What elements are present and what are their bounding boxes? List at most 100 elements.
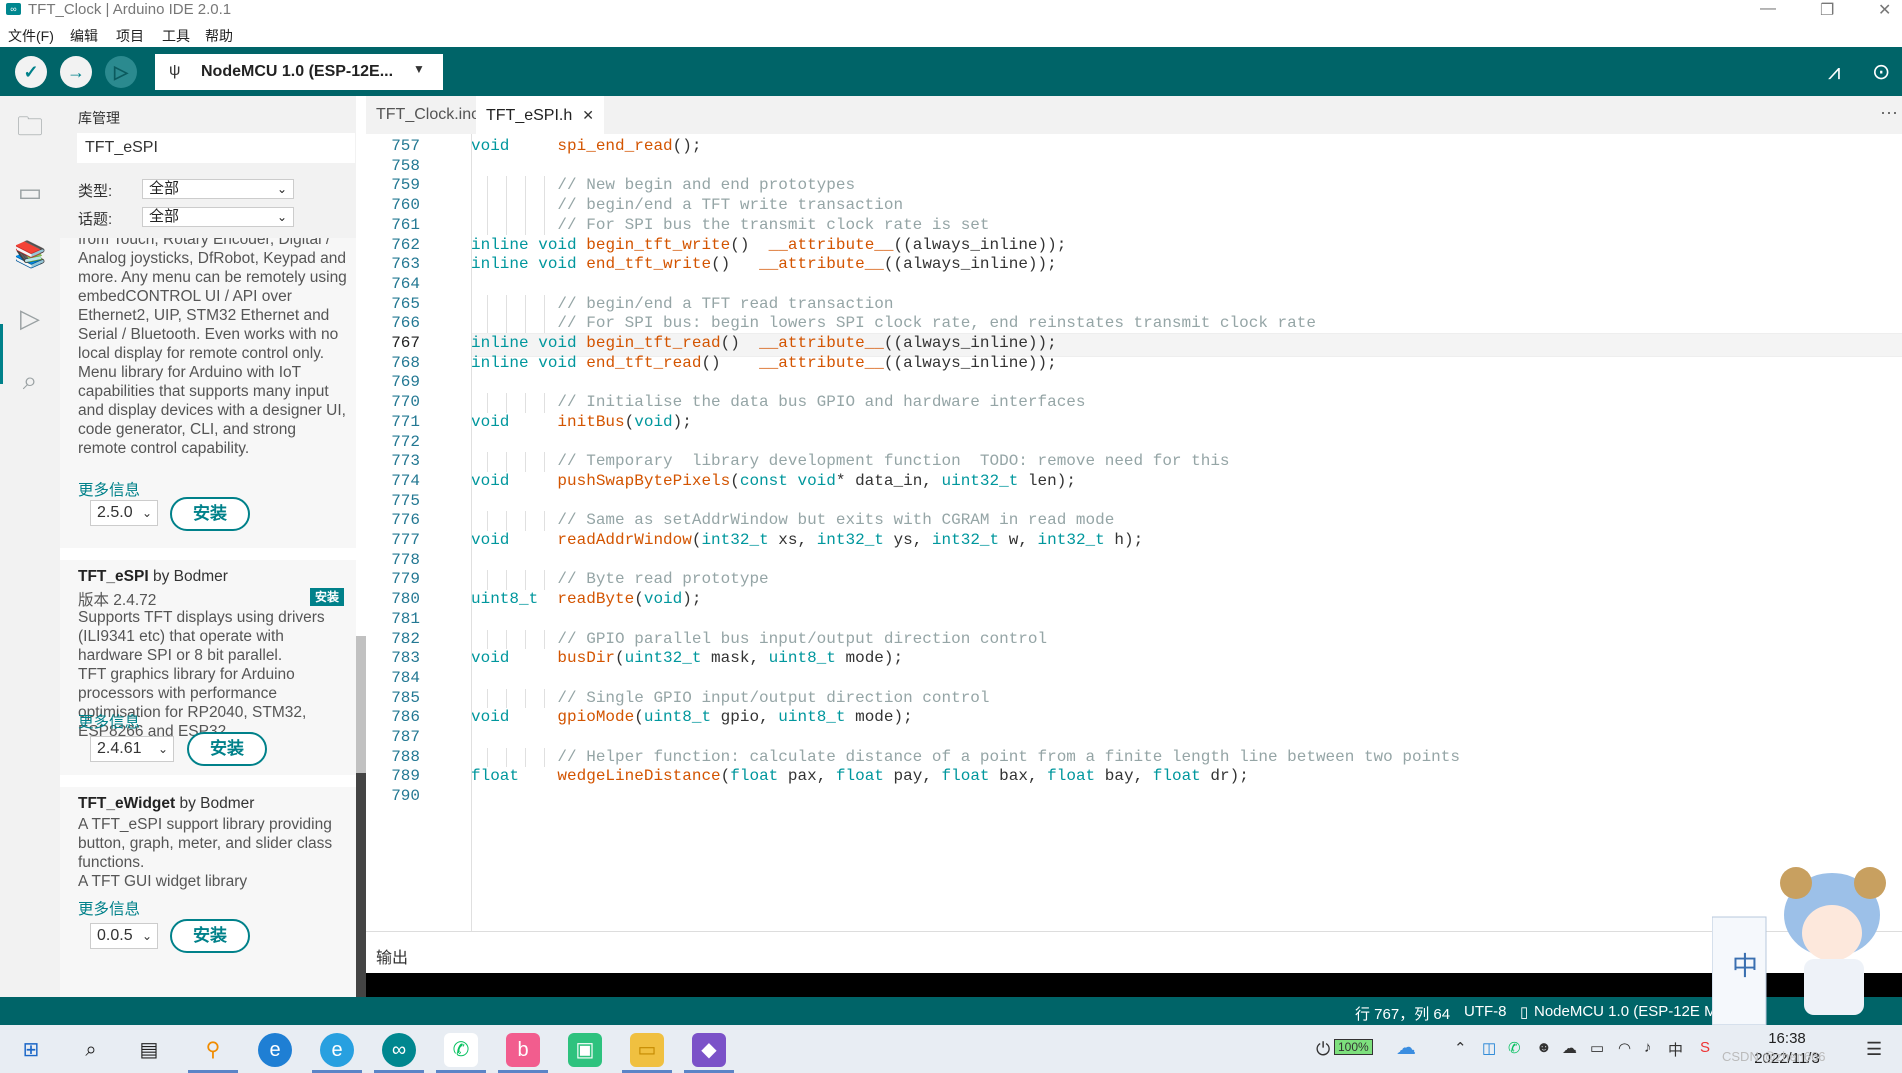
library-manager-icon[interactable]: 📚 — [14, 238, 46, 270]
code-line[interactable]: // Helper function: calculate distance o… — [471, 748, 1460, 766]
battery-icon[interactable]: ▭ — [1590, 1039, 1604, 1057]
menu-file[interactable]: 文件(F) — [8, 26, 54, 46]
windows-icon[interactable]: ⊞ — [14, 1033, 48, 1067]
tray-app-icon[interactable]: ◫ — [1482, 1039, 1496, 1057]
boards-manager-icon[interactable]: ▭ — [14, 176, 46, 208]
windows-taskbar: ⊞ ⌕ ▤ ⚲ e e ∞ ✆ b ▣ ▭ ◆ ⏻ 100% ☁ ⌃ ◫ ✆ ☻… — [0, 1025, 1902, 1073]
code-line[interactable]: // For SPI bus the transmit clock rate i… — [471, 216, 989, 234]
volume-icon[interactable]: ♪ — [1644, 1039, 1652, 1056]
type-select[interactable]: 全部 ⌄ — [142, 179, 294, 199]
bilibili-icon[interactable]: b — [498, 1033, 548, 1073]
panel-splitter[interactable] — [356, 773, 366, 997]
topic-select[interactable]: 全部 ⌄ — [142, 207, 294, 227]
search-icon[interactable]: ⌕ — [74, 1033, 108, 1067]
install-button[interactable]: 安装 — [187, 732, 267, 766]
task-view-icon[interactable]: ▤ — [132, 1033, 166, 1067]
version-select[interactable]: 2.5.0 ⌄ — [90, 500, 158, 526]
tab-tft-clock[interactable]: TFT_Clock.ino — [366, 96, 490, 134]
serial-plotter-icon[interactable]: ⩘ — [1828, 59, 1840, 85]
cloud-icon[interactable]: ☁ — [1562, 1039, 1577, 1057]
code-line[interactable]: // Initialise the data bus GPIO and hard… — [471, 393, 1085, 411]
line-number: 757 — [391, 137, 420, 155]
maximize-button[interactable]: ❐ — [1820, 0, 1834, 20]
code-line[interactable]: // Temporary library development functio… — [471, 452, 1229, 470]
menu-bar: 文件(F) 编辑 项目 工具 帮助 — [0, 22, 1902, 46]
weather-icon[interactable]: ☁ — [1396, 1035, 1416, 1060]
minimize-button[interactable]: — — [1760, 0, 1776, 18]
sogou-icon[interactable]: S — [1700, 1039, 1710, 1056]
chevron-down-icon: ⌄ — [276, 182, 287, 196]
code-line[interactable]: void busDir(uint32_t mask, uint8_t mode)… — [471, 649, 903, 667]
more-info-link[interactable]: 更多信息 — [78, 710, 140, 732]
notification-icon[interactable]: ☰ — [1866, 1039, 1882, 1060]
menu-sketch[interactable]: 项目 — [116, 26, 144, 46]
magnifier-app-icon[interactable]: ⚲ — [188, 1033, 238, 1073]
chip-icon: ▯ — [1520, 1004, 1529, 1021]
code-line[interactable]: void initBus(void); — [471, 413, 692, 431]
chevron-up-icon[interactable]: ⌃ — [1454, 1039, 1467, 1057]
verify-button[interactable]: ✓ — [15, 56, 47, 88]
explorer-icon[interactable]: ▭ — [622, 1033, 672, 1073]
output-console[interactable] — [366, 973, 1902, 997]
line-number: 780 — [391, 590, 420, 609]
wifi-icon[interactable]: ◠ — [1618, 1039, 1631, 1057]
battery-indicator[interactable]: 100% — [1334, 1039, 1373, 1055]
code-line[interactable]: void spi_end_read(); — [471, 137, 701, 155]
folder-icon[interactable]: 🗀 — [14, 110, 46, 142]
code-line[interactable]: // Byte read prototype — [471, 570, 768, 588]
close-icon[interactable]: ✕ — [582, 107, 594, 123]
code-line[interactable]: float wedgeLineDistance(float pax, float… — [471, 767, 1249, 785]
debug-button[interactable]: ▷ — [105, 56, 137, 88]
visual-studio-icon[interactable]: ◆ — [684, 1033, 734, 1073]
upload-button[interactable]: → — [60, 56, 92, 88]
code-line[interactable]: void gpioMode(uint8_t gpio, uint8_t mode… — [471, 708, 913, 726]
file-encoding[interactable]: UTF-8 — [1464, 1003, 1507, 1020]
code-editor[interactable]: 757 void spi_end_read(); 758 759 // New beg… — [366, 134, 1902, 931]
tab-tft-espi[interactable]: TFT_eSPI.h ✕ — [476, 96, 604, 134]
serial-monitor-icon[interactable]: ⊙ — [1872, 59, 1890, 85]
more-info-link[interactable]: 更多信息 — [78, 897, 140, 919]
edge-alt-icon[interactable]: e — [312, 1033, 362, 1073]
code-line[interactable]: void pushSwapBytePixels(const void* data… — [471, 472, 1076, 490]
install-button[interactable]: 安装 — [170, 497, 250, 531]
board-selector[interactable]: ψ NodeMCU 1.0 (ESP-12E... ▼ — [155, 54, 443, 90]
edge-icon[interactable]: e — [258, 1033, 292, 1067]
window-title: TFT_Clock | Arduino IDE 2.0.1 — [28, 1, 232, 18]
install-button[interactable]: 安装 — [170, 919, 250, 953]
cursor-position[interactable]: 行 767，列 64 — [1355, 1003, 1450, 1024]
version-select[interactable]: 0.0.5 ⌄ — [90, 923, 158, 949]
code-line[interactable]: void readAddrWindow(int32_t xs, int32_t … — [471, 531, 1143, 549]
library-search-input[interactable] — [77, 133, 355, 163]
code-line[interactable]: // Single GPIO input/output direction co… — [471, 689, 989, 707]
ime-indicator[interactable]: 中 — [1668, 1039, 1683, 1060]
code-line[interactable]: inline void end_tft_write() __attribute_… — [471, 255, 1057, 273]
wechat-tray-icon[interactable]: ✆ — [1508, 1039, 1521, 1057]
status-board[interactable]: NodeMCU 1.0 (ESP-12E Mo — [1534, 1003, 1725, 1020]
more-info-link[interactable]: 更多信息 — [78, 478, 140, 500]
menu-edit[interactable]: 编辑 — [70, 26, 98, 46]
code-line[interactable]: // New begin and end prototypes — [471, 176, 855, 194]
code-line[interactable]: inline void begin_tft_write() __attribut… — [471, 236, 1066, 254]
code-line[interactable]: // Same as setAddrWindow but exits with … — [471, 511, 1114, 529]
code-line[interactable]: inline void end_tft_read() __attribute__… — [471, 354, 1057, 372]
code-line[interactable]: // For SPI bus: begin lowers SPI clock r… — [471, 314, 1316, 332]
close-button[interactable]: ✕ — [1878, 0, 1891, 20]
arduino-icon[interactable]: ∞ — [374, 1033, 424, 1073]
version-select[interactable]: 2.4.61 ⌄ — [90, 736, 174, 762]
menu-tools[interactable]: 工具 — [162, 26, 190, 46]
code-line[interactable]: // GPIO parallel bus input/output direct… — [471, 630, 1047, 648]
code-line[interactable]: // begin/end a TFT read transaction — [471, 295, 893, 313]
more-icon[interactable]: ⋯ — [1880, 96, 1898, 130]
wechat-icon[interactable]: ✆ — [436, 1033, 486, 1073]
library-description: from Touch, Rotary Encoder, Digital / An… — [78, 238, 347, 457]
code-line[interactable]: inline void begin_tft_read() __attribute… — [471, 334, 1057, 352]
debug-sidebar-icon[interactable]: ▷ — [14, 302, 46, 334]
qq-icon[interactable]: ☻ — [1536, 1039, 1552, 1056]
line-number: 775 — [391, 491, 420, 510]
code-line[interactable]: uint8_t readByte(void); — [471, 590, 701, 608]
search-icon[interactable]: ⌕ — [14, 364, 46, 396]
title-bar: ∞ TFT_Clock | Arduino IDE 2.0.1 — ❐ ✕ — [0, 0, 1902, 22]
app-green-icon[interactable]: ▣ — [568, 1033, 602, 1067]
menu-help[interactable]: 帮助 — [205, 26, 233, 46]
code-line[interactable]: // begin/end a TFT write transaction — [471, 196, 903, 214]
